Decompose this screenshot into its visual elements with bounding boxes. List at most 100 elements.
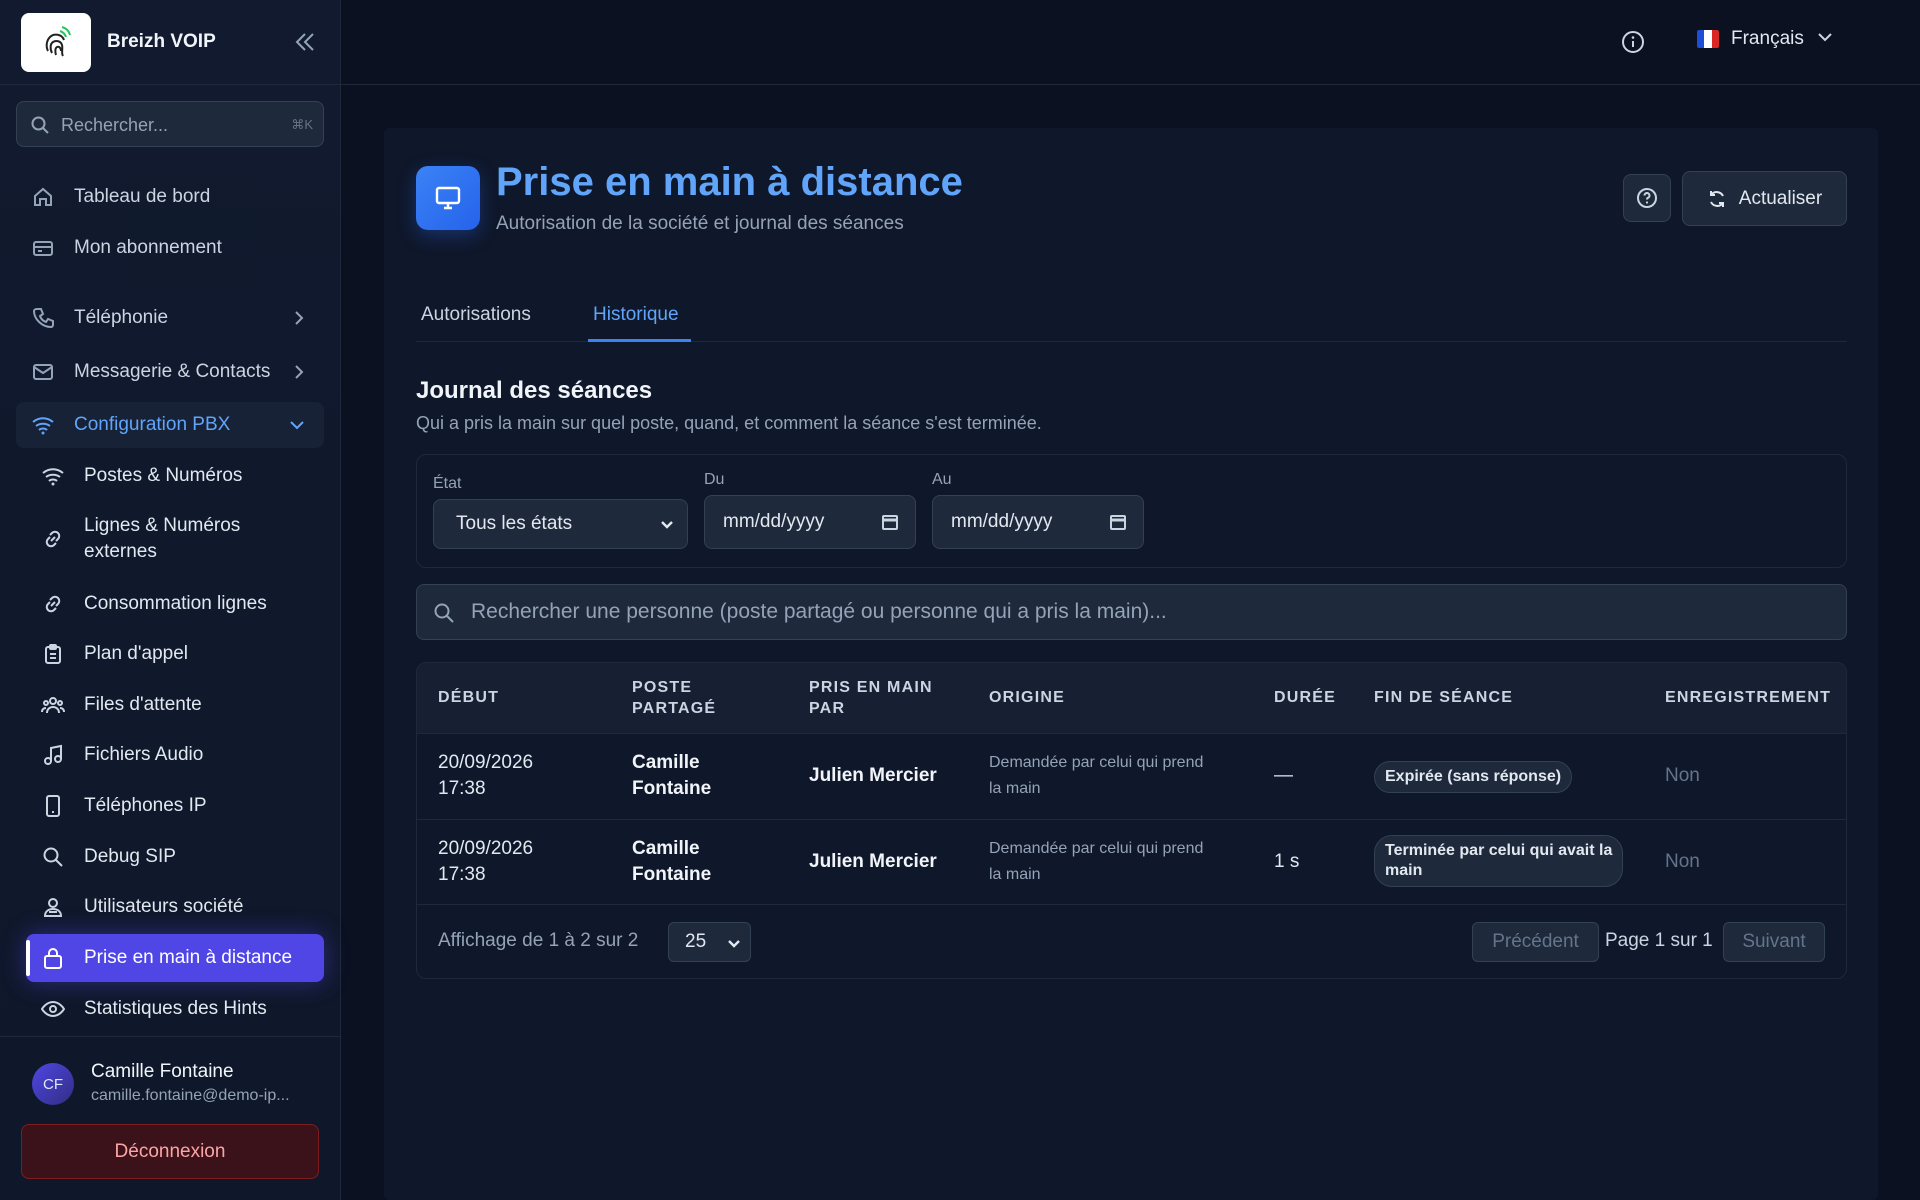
smartphone-icon: [40, 793, 66, 819]
search-shortcut: ⌘K: [291, 117, 313, 132]
status-badge: Expirée (sans réponse): [1374, 761, 1573, 793]
sidebar-item-utilisateurs-societe[interactable]: Utilisateurs société: [26, 883, 324, 931]
next-page-button[interactable]: Suivant: [1723, 922, 1825, 962]
brand-header: Breizh VOIP: [0, 0, 341, 85]
sidebar-item-files-attente[interactable]: Files d'attente: [26, 681, 324, 729]
tab-historique[interactable]: Historique: [593, 304, 679, 326]
mail-icon: [30, 359, 56, 385]
user-group-icon: [40, 894, 66, 920]
brand-name: Breizh VOIP: [107, 31, 216, 52]
sidebar-item-fichiers-audio[interactable]: Fichiers Audio: [26, 731, 324, 779]
nav-item-dashboard[interactable]: Tableau de bord: [16, 174, 324, 220]
calendar-icon[interactable]: [1109, 513, 1127, 537]
cell-debut: 20/09/2026 17:38: [438, 838, 534, 885]
brand-logo[interactable]: [21, 13, 91, 72]
sidebar-item-label: Fichiers Audio: [84, 744, 204, 765]
status-badge: Terminée par celui qui avait la main: [1374, 835, 1624, 887]
section-subtitle: Qui a pris la main sur quel poste, quand…: [416, 413, 1042, 433]
page-subtitle: Autorisation de la société et journal de…: [496, 213, 904, 234]
search-icon: [433, 602, 455, 629]
per-page-select[interactable]: 25: [668, 922, 751, 962]
filters-panel: État Tous les états Du mm/dd/yyyy Au mm/…: [416, 454, 1847, 568]
person-search-input[interactable]: Rechercher une personne (poste partagé o…: [416, 584, 1847, 640]
wifi-icon: [40, 463, 66, 489]
search-icon: [40, 844, 66, 870]
card-icon: [30, 235, 56, 261]
previous-page-button[interactable]: Précédent: [1472, 922, 1599, 962]
collapse-sidebar-button[interactable]: [289, 28, 321, 56]
pagination-bar: Affichage de 1 à 2 sur 2 25 Précédent Pa…: [417, 904, 1846, 978]
sidebar-item-label: Debug SIP: [84, 846, 176, 867]
info-icon[interactable]: [1620, 29, 1646, 60]
to-date-input[interactable]: mm/dd/yyyy: [932, 495, 1144, 549]
sidebar-item-label: Plan d'appel: [84, 643, 188, 664]
table-header: DÉBUT POSTE PARTAGÉ PRIS EN MAIN PAR ORI…: [417, 663, 1846, 733]
chevron-down-icon: [1816, 28, 1834, 50]
cell-enregistrement: Non: [1665, 765, 1700, 786]
sidebar-item-label: Lignes & Numéros externes: [84, 515, 241, 562]
state-filter-value: Tous les états: [456, 513, 573, 534]
avatar[interactable]: CF: [32, 1063, 74, 1105]
language-selector[interactable]: Français: [1697, 28, 1834, 50]
chevrons-left-icon: [295, 33, 314, 51]
chevron-right-icon: [292, 363, 306, 387]
sidebar-item-lignes-numeros[interactable]: Lignes & Numéros externes: [26, 507, 276, 571]
logout-button[interactable]: Déconnexion: [21, 1124, 319, 1179]
table-row[interactable]: 20/09/2026 17:38 Camille Fontaine Julien…: [417, 733, 1846, 819]
sidebar-item-consommation-lignes[interactable]: Consommation lignes: [26, 580, 324, 628]
sidebar-item-label: Utilisateurs société: [84, 896, 244, 917]
lock-icon: [40, 945, 66, 971]
column-header-debut: DÉBUT: [438, 689, 500, 706]
top-bar: Français: [341, 0, 1920, 85]
tab-autorisations[interactable]: Autorisations: [421, 304, 531, 326]
calendar-icon[interactable]: [881, 513, 899, 537]
cell-duree: —: [1274, 765, 1293, 786]
search-icon: [30, 115, 50, 140]
state-filter-select[interactable]: Tous les états: [433, 499, 688, 549]
sidebar-item-telephones-ip[interactable]: Téléphones IP: [26, 782, 324, 830]
sidebar-search-input[interactable]: Rechercher... ⌘K: [16, 101, 324, 147]
sidebar-item-plan-appel[interactable]: Plan d'appel: [26, 630, 324, 678]
nav-label: Mon abonnement: [74, 237, 222, 258]
cell-pris-par: Julien Mercier: [809, 851, 937, 872]
section-title: Journal des séances: [416, 377, 653, 404]
nav-item-subscription[interactable]: Mon abonnement: [16, 225, 324, 271]
column-header-pris-par: PRIS EN MAIN PAR: [809, 679, 933, 717]
sidebar-item-prise-en-main[interactable]: Prise en main à distance: [26, 934, 324, 982]
user-panel: CF Camille Fontaine camille.fontaine@dem…: [0, 1036, 341, 1200]
sidebar-item-postes-numeros[interactable]: Postes & Numéros: [26, 452, 324, 500]
from-date-value: mm/dd/yyyy: [723, 511, 825, 532]
sidebar-item-statistiques-hints[interactable]: Statistiques des Hints: [26, 985, 324, 1033]
sidebar-item-debug-sip[interactable]: Debug SIP: [26, 833, 324, 881]
nav-label: Messagerie & Contacts: [74, 361, 271, 382]
per-page-value: 25: [685, 931, 707, 952]
nav-item-messagerie[interactable]: Messagerie & Contacts: [16, 349, 324, 395]
person-search-placeholder: Rechercher une personne (poste partagé o…: [471, 600, 1167, 623]
music-icon: [40, 742, 66, 768]
nav-item-telephonie[interactable]: Téléphonie: [16, 295, 324, 341]
sidebar-item-label: Files d'attente: [84, 694, 202, 715]
sidebar: Breizh VOIP Rechercher... ⌘K Tableau de …: [0, 0, 341, 1200]
page-info: Page 1 sur 1: [1605, 930, 1713, 951]
chevron-down-icon: [659, 516, 675, 538]
sidebar-item-label: Prise en main à distance: [84, 947, 293, 968]
tab-bar: Autorisations Historique: [416, 294, 1847, 342]
refresh-button[interactable]: Actualiser: [1682, 171, 1847, 226]
from-date-input[interactable]: mm/dd/yyyy: [704, 495, 916, 549]
cell-debut: 20/09/2026 17:38: [438, 752, 534, 799]
nav-label: Tableau de bord: [74, 186, 211, 207]
state-filter-label: État: [433, 475, 462, 492]
link-icon: [40, 591, 66, 617]
chevron-right-icon: [292, 309, 306, 333]
main-panel: Prise en main à distance Autorisation de…: [384, 128, 1878, 1200]
sidebar-item-label: Postes & Numéros: [84, 465, 243, 486]
cell-poste: Camille Fontaine: [632, 752, 712, 799]
table-row[interactable]: 20/09/2026 17:38 Camille Fontaine Julien…: [417, 819, 1846, 905]
sessions-table: DÉBUT POSTE PARTAGÉ PRIS EN MAIN PAR ORI…: [416, 662, 1847, 979]
to-date-label: Au: [932, 471, 952, 488]
cell-pris-par: Julien Mercier: [809, 765, 937, 786]
sidebar-item-label: Consommation lignes: [84, 593, 267, 614]
help-circle-icon: [1637, 188, 1657, 208]
help-button[interactable]: [1623, 174, 1671, 222]
nav-item-configuration-pbx[interactable]: Configuration PBX: [16, 402, 324, 448]
